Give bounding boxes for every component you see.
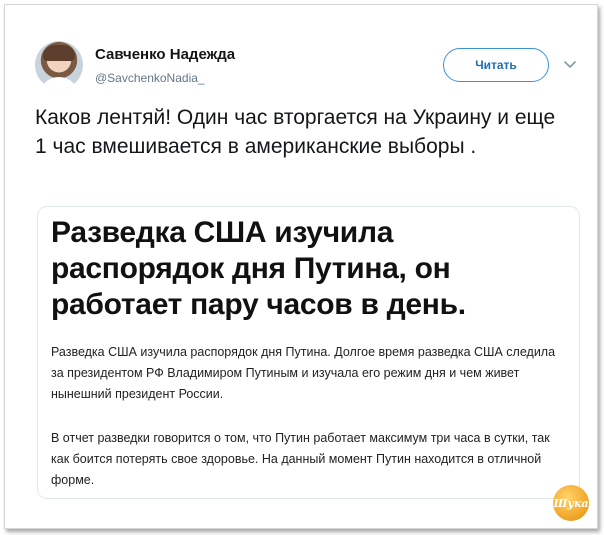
card-paragraph-1: Разведка США изучила распорядок дня Пути… xyxy=(51,345,556,401)
avatar-shirt xyxy=(39,77,79,89)
author-handle[interactable]: @SavchenkoNadia_ xyxy=(95,71,205,85)
tweet-text: Каков лентяй! Один час вторгается на Укр… xyxy=(35,106,556,158)
author-name[interactable]: Савченко Надежда xyxy=(95,46,235,63)
avatar[interactable] xyxy=(35,41,83,89)
watermark-text: Шука xyxy=(553,496,589,510)
card-headline: Разведка США изучила распорядок дня Пути… xyxy=(51,216,466,321)
link-card[interactable]: Разведка США изучила распорядок дня Пути… xyxy=(37,206,580,499)
watermark-logo: Шука xyxy=(553,485,589,521)
chevron-down-icon[interactable] xyxy=(563,57,577,71)
tweet-frame: Савченко Надежда @SavchenkoNadia_ Читать… xyxy=(4,4,598,529)
card-paragraph-2: В отчет разведки говорится о том, что Пу… xyxy=(51,431,550,487)
avatar-hair xyxy=(43,45,75,61)
follow-button[interactable]: Читать xyxy=(443,48,549,82)
